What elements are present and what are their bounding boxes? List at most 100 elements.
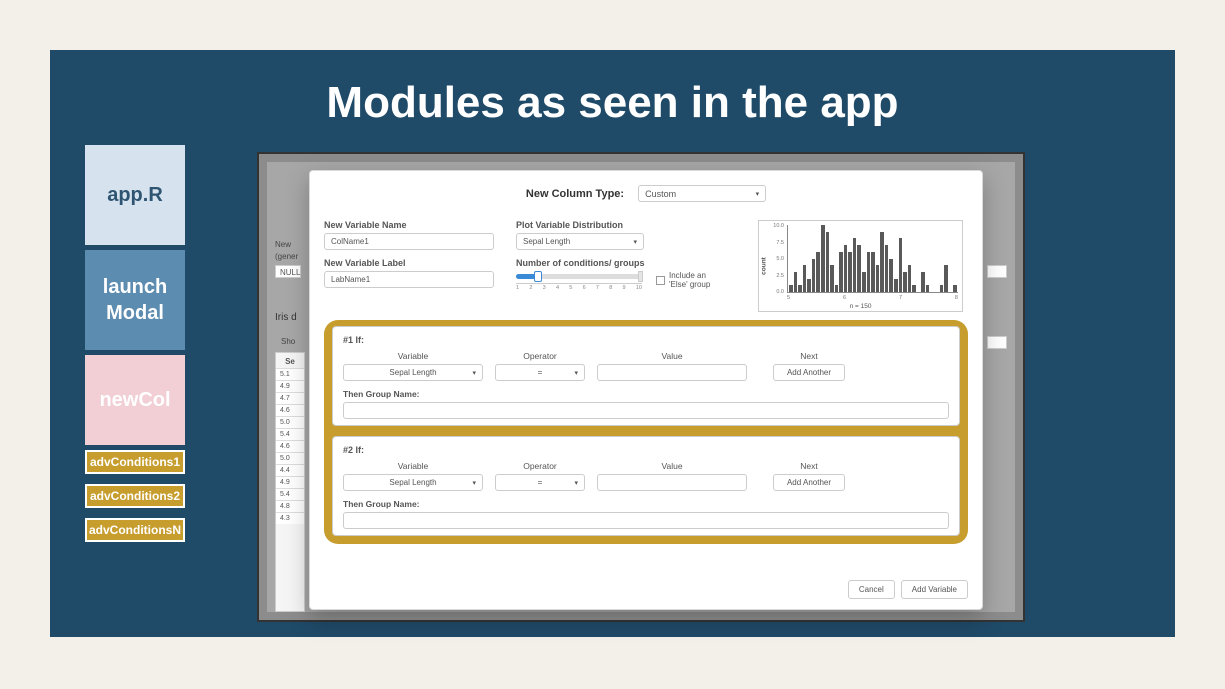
checkbox-box-icon[interactable] [656, 276, 665, 285]
chart-bar [867, 252, 871, 292]
cond2-variable-select[interactable]: Sepal Length ▾ [343, 474, 483, 491]
cond1-group-name-label: Then Group Name: [343, 389, 949, 399]
slider-tick: 3 [543, 285, 546, 291]
slide-title: Modules as seen in the app [50, 50, 1175, 128]
slider-handle-icon[interactable] [534, 271, 542, 282]
bg-table-strip: Se 5.14.94.74.65.05.44.65.04.44.95.44.84… [275, 352, 305, 612]
bg-table-cell: 4.4 [276, 464, 304, 476]
new-variable-name-value: ColName1 [331, 237, 369, 246]
num-conditions-label: Number of conditions/ groups [516, 258, 736, 268]
new-variable-name-input[interactable]: ColName1 [324, 233, 494, 250]
app-screenshot-frame: New (gener NULL Iris d Sho Se 5.14.94.74… [257, 152, 1025, 622]
tile-newcol: newCol [85, 355, 185, 445]
new-column-type-label: New Column Type: [526, 188, 624, 200]
bg-table-cell: 5.1 [276, 368, 304, 380]
chart-bar [839, 252, 843, 292]
modal-body: New Variable Name ColName1 New Variable … [310, 210, 982, 548]
modal-top-section: New Variable Name ColName1 New Variable … [324, 214, 968, 316]
distribution-chart: count 10.07.55.02.50.0 5678 n = 150 [758, 220, 963, 312]
bg-table-cell: 4.6 [276, 404, 304, 416]
chart-y-tick: 7.5 [776, 240, 784, 246]
plot-variable-label: Plot Variable Distribution [516, 220, 736, 230]
cancel-button[interactable]: Cancel [848, 580, 895, 599]
conditions-highlight: #1 If: Variable Sepal Length ▾ [324, 320, 968, 544]
tile-advconditions1: advConditions1 [85, 450, 185, 474]
cond1-add-another-button[interactable]: Add Another [773, 364, 845, 381]
chart-y-tick: 0.0 [776, 289, 784, 295]
chart-bar [862, 272, 866, 292]
chart-bar [835, 285, 839, 292]
chart-n-label: n = 150 [759, 303, 962, 310]
bg-table-cell: 4.3 [276, 512, 304, 524]
num-conditions-slider[interactable]: 12345678910 [516, 271, 642, 291]
bg-label-gener: (gener [275, 252, 298, 261]
cond1-value-header: Value [597, 351, 747, 361]
new-variable-name-label: New Variable Name [324, 220, 494, 230]
new-variable-label-value: LabName1 [331, 275, 370, 284]
chart-bar [885, 245, 889, 292]
distribution-chart-wrap: count 10.07.55.02.50.0 5678 n = 150 [758, 220, 963, 312]
cond1-group-name-input[interactable] [343, 402, 949, 419]
bg-label-show: Sho [281, 337, 295, 346]
cond1-operator-value: = [538, 368, 543, 377]
chart-y-tick: 5.0 [776, 256, 784, 262]
new-column-type-value: Custom [645, 189, 676, 199]
tile-advconditions2: advConditions2 [85, 484, 185, 508]
cond1-operator-select[interactable]: = ▾ [495, 364, 585, 381]
new-variable-label-label: New Variable Label [324, 258, 494, 268]
bg-label-iris: Iris d [275, 312, 297, 323]
chart-plot-area [787, 225, 958, 293]
chart-x-tick: 6 [843, 295, 846, 301]
chart-bar [871, 252, 875, 292]
slider-ticks: 12345678910 [516, 283, 642, 291]
chart-bar [880, 232, 884, 292]
chart-bar [789, 285, 793, 292]
plot-variable-value: Sepal Length [523, 237, 570, 246]
cond2-operator-select[interactable]: = ▾ [495, 474, 585, 491]
chart-bar [926, 285, 930, 292]
chart-bar [940, 285, 944, 292]
plot-variable-select[interactable]: Sepal Length ▾ [516, 233, 644, 250]
new-variable-label-input[interactable]: LabName1 [324, 271, 494, 288]
add-variable-button[interactable]: Add Variable [901, 580, 968, 599]
slider-tick: 1 [516, 285, 519, 291]
cond2-variable-header: Variable [343, 461, 483, 471]
cond1-value-input[interactable] [597, 364, 747, 381]
chart-bar [798, 285, 802, 292]
chart-bar [894, 279, 898, 292]
cond2-add-another-button[interactable]: Add Another [773, 474, 845, 491]
bg-table-cell: 4.9 [276, 380, 304, 392]
slider-tick: 6 [583, 285, 586, 291]
chart-bar [807, 279, 811, 292]
bg-table-cell: 5.4 [276, 428, 304, 440]
bg-table-cell: 5.0 [276, 416, 304, 428]
cond2-value-input[interactable] [597, 474, 747, 491]
cond2-group-name-input[interactable] [343, 512, 949, 529]
cond1-title: #1 If: [343, 335, 949, 345]
chart-y-ticks: 10.07.55.02.50.0 [760, 223, 784, 295]
bg-label-new: New [275, 240, 291, 249]
chart-bar [876, 265, 880, 292]
slider-tick: 7 [596, 285, 599, 291]
bg-table-cell: 5.0 [276, 452, 304, 464]
cond1-variable-header: Variable [343, 351, 483, 361]
cond1-variable-select[interactable]: Sepal Length ▾ [343, 364, 483, 381]
include-else-checkbox[interactable]: Include an 'Else' group [656, 271, 724, 289]
cond2-group-name-label: Then Group Name: [343, 499, 949, 509]
cond1-operator-header: Operator [495, 351, 585, 361]
chart-bar [821, 225, 825, 292]
slider-tick: 5 [569, 285, 572, 291]
cond1-variable-value: Sepal Length [389, 368, 436, 377]
cond1-next-header: Next [759, 351, 859, 361]
chart-bar [912, 285, 916, 292]
bg-col-header: Se [276, 355, 304, 368]
slider-end-icon [638, 271, 643, 282]
bg-right-chip-2 [987, 336, 1007, 349]
bg-table-cell: 4.8 [276, 500, 304, 512]
new-column-type-select[interactable]: Custom ▾ [638, 185, 766, 202]
tile-app: app.R [85, 145, 185, 245]
chart-x-tick: 5 [787, 295, 790, 301]
bg-table-cell: 4.6 [276, 440, 304, 452]
chart-bar [826, 232, 830, 292]
chart-bar [889, 259, 893, 293]
